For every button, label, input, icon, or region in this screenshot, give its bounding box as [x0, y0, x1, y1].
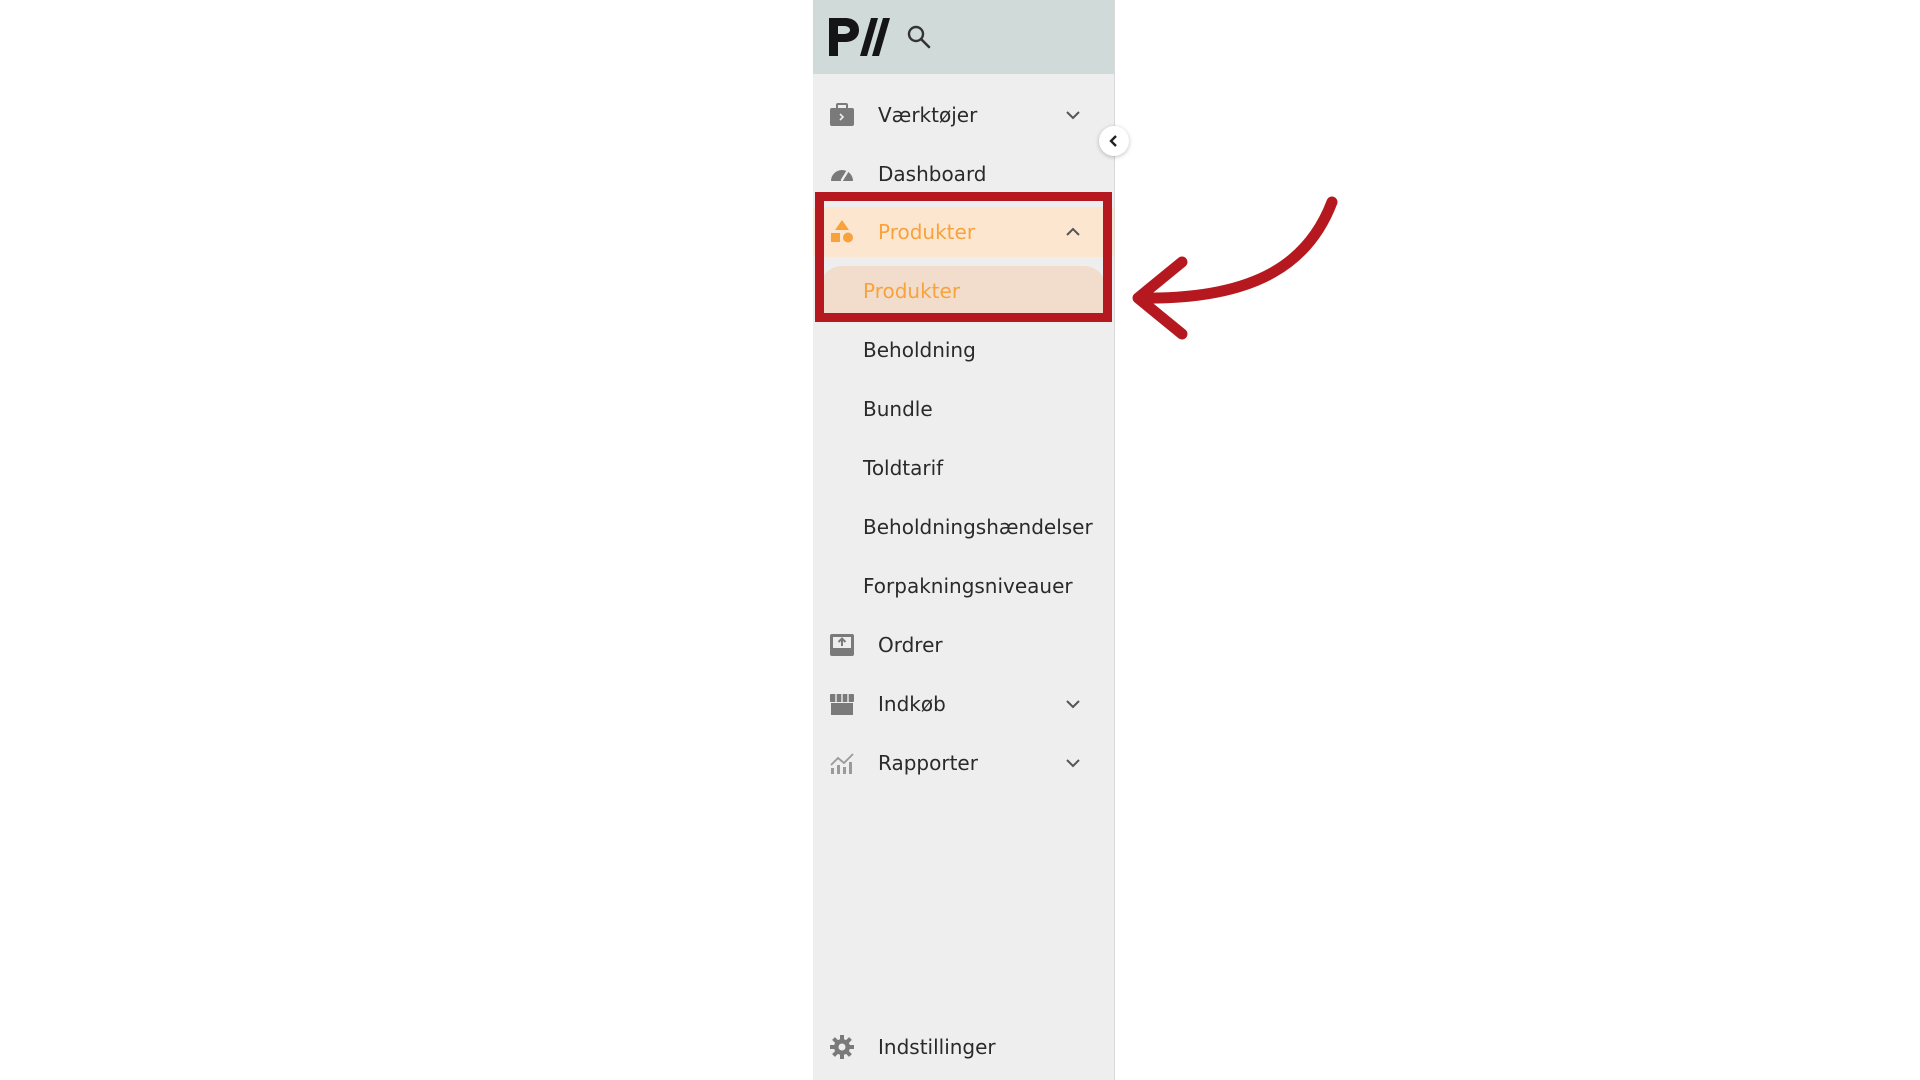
sidebar-item-rapporter[interactable]: Rapporter	[813, 738, 1114, 788]
collapse-sidebar-button[interactable]	[1099, 126, 1129, 156]
sidebar: Værktøjer Dashboard Produkter Produkter …	[813, 0, 1129, 1080]
submenu-item-beholdningshaendelser[interactable]: Beholdningshændelser	[813, 502, 1114, 552]
gauge-icon	[831, 170, 853, 182]
sidebar-item-label: Indkøb	[878, 692, 946, 716]
chart-icon	[830, 753, 854, 774]
sidebar-item-vaerktoejer[interactable]: Værktøjer	[813, 90, 1114, 140]
chevron-down-icon[interactable]	[1063, 753, 1083, 773]
logo[interactable]	[827, 16, 891, 58]
submenu-item-label: Bundle	[863, 397, 933, 421]
submenu-item-label: Beholdning	[863, 338, 976, 362]
sidebar-item-indstillinger[interactable]: Indstillinger	[813, 1022, 1114, 1072]
submenu-item-label: Forpakningsniveauer	[863, 574, 1073, 598]
toolbox-icon	[830, 103, 854, 126]
submenu-item-beholdning[interactable]: Beholdning	[813, 325, 1114, 375]
screen: Værktøjer Dashboard Produkter Produkter …	[0, 0, 1920, 1080]
sidebar-item-label: Ordrer	[878, 633, 943, 657]
sidebar-item-ordrer[interactable]: Ordrer	[813, 620, 1114, 670]
annotation-arrow-icon	[1132, 196, 1338, 340]
tray-upload-icon	[830, 634, 854, 656]
sidebar-item-label: Værktøjer	[878, 103, 978, 127]
chevron-down-icon[interactable]	[1063, 105, 1083, 125]
sidebar-item-label: Indstillinger	[878, 1035, 996, 1059]
submenu-item-label: Toldtarif	[863, 456, 944, 480]
submenu-item-forpakningsniveauer[interactable]: Forpakningsniveauer	[813, 561, 1114, 611]
submenu-item-label: Beholdningshændelser	[863, 515, 1093, 539]
submenu-item-toldtarif[interactable]: Toldtarif	[813, 443, 1114, 493]
store-icon	[830, 694, 854, 715]
annotation-highlight-box	[815, 192, 1112, 322]
chevron-left-icon	[1109, 135, 1117, 147]
submenu-item-bundle[interactable]: Bundle	[813, 384, 1114, 434]
chevron-down-icon[interactable]	[1063, 694, 1083, 714]
sidebar-item-indkoeb[interactable]: Indkøb	[813, 679, 1114, 729]
gear-icon	[830, 1035, 854, 1059]
sidebar-header	[813, 0, 1114, 74]
sidebar-item-label: Rapporter	[878, 751, 978, 775]
search-icon[interactable]	[905, 23, 933, 51]
